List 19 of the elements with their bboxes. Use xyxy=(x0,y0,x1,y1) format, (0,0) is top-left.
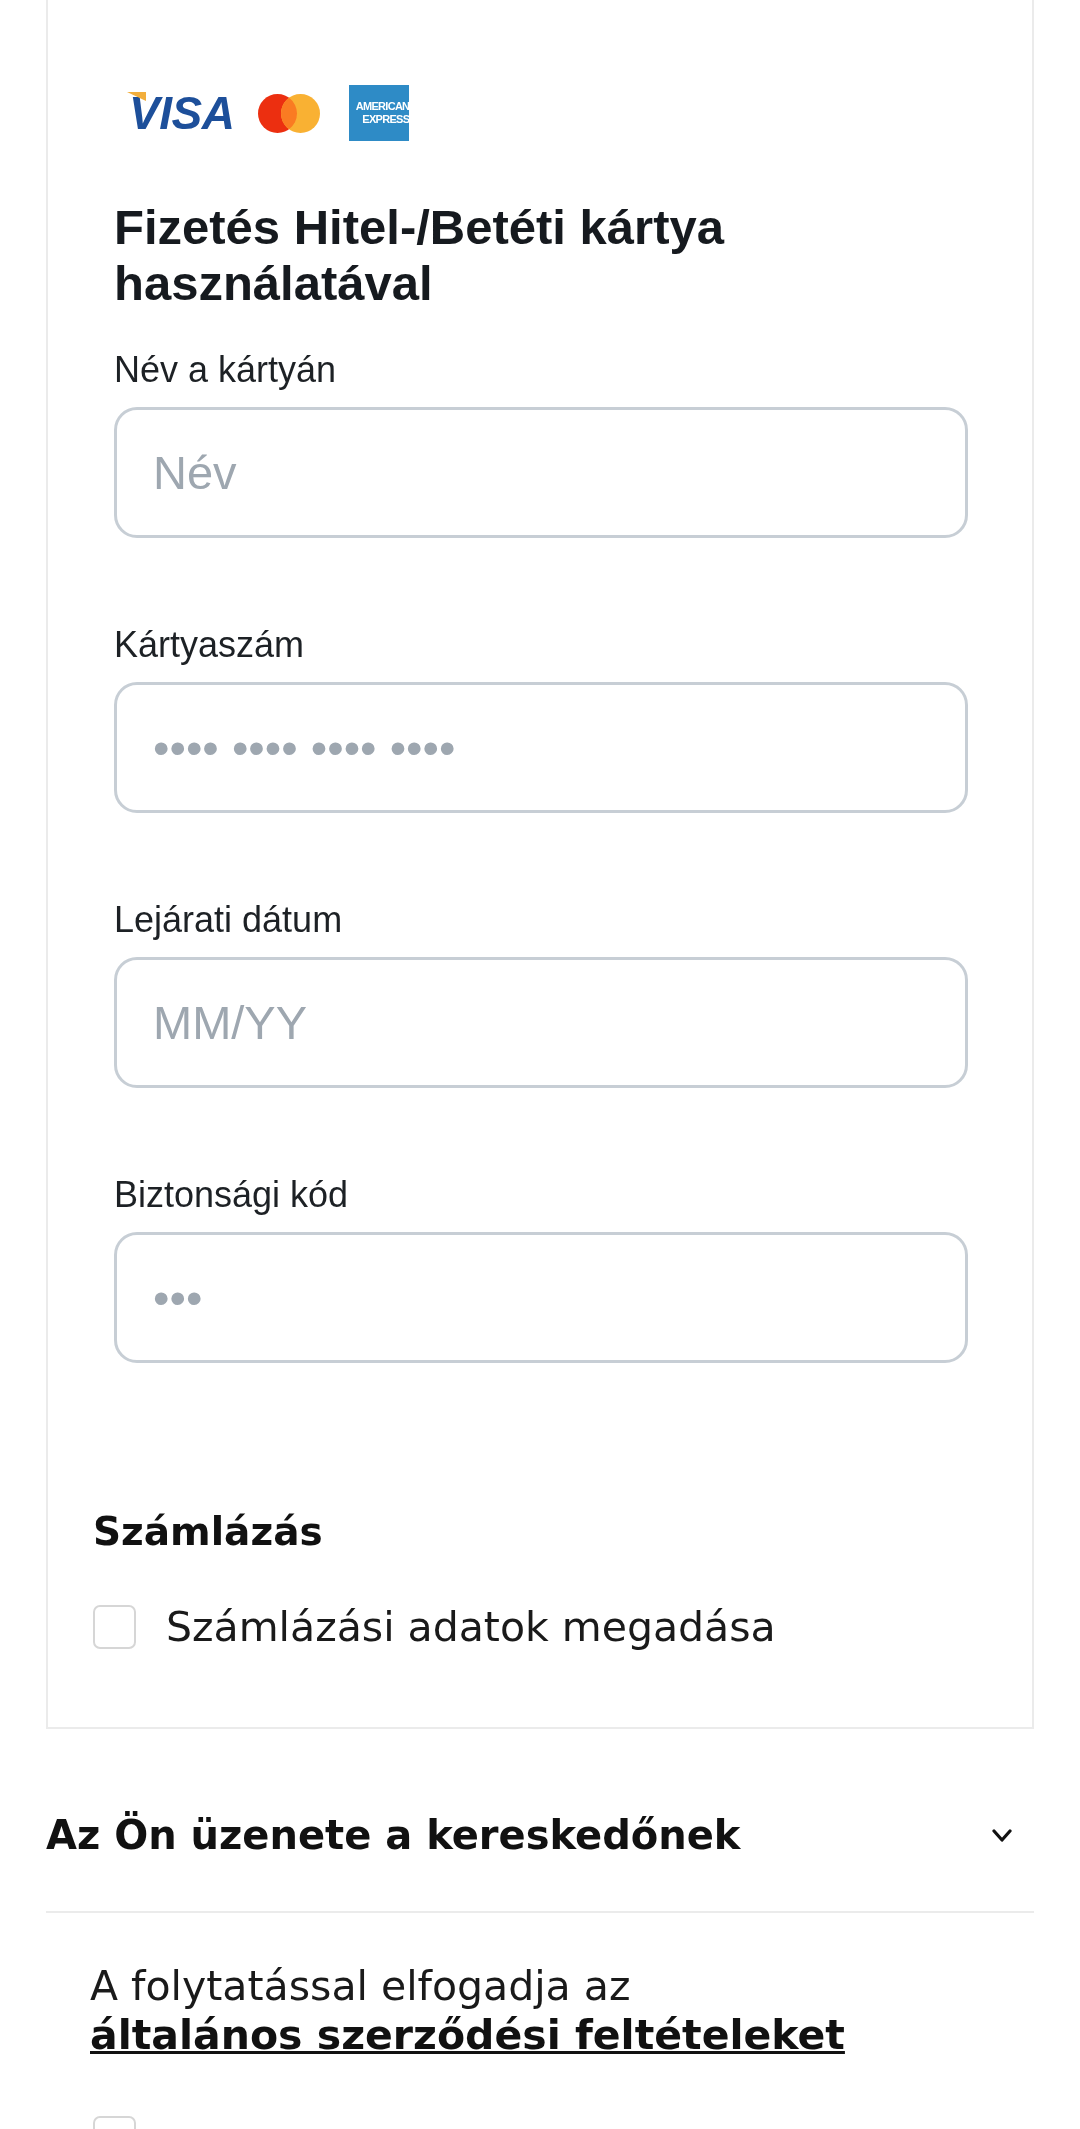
name-field[interactable]: Név xyxy=(114,407,968,538)
field-label: Biztonsági kód xyxy=(114,1174,350,1216)
field-label: Név a kártyán xyxy=(114,349,338,391)
american-express-logo: AMERICAN EXPRESS xyxy=(349,85,410,141)
payment-heading: Fizetés Hitel-/Betéti kártya használatával xyxy=(114,199,726,311)
accordion-title[interactable]: Az Ön üzenete a kereskedőnek xyxy=(46,1810,741,1860)
billing-heading: Számlázás xyxy=(93,1508,324,1556)
visa-logo: VISA xyxy=(129,90,238,136)
card-number-field[interactable]: •••• •••• •••• •••• xyxy=(114,682,968,813)
expiry-date-field[interactable]: MM/YY xyxy=(114,957,968,1088)
field-label: Lejárati dátum xyxy=(114,899,344,941)
terms-link[interactable]: általános szerződési feltételeket xyxy=(90,2011,845,2059)
checkbox-label[interactable]: Számlázási adatok megadása xyxy=(166,1602,776,1652)
chevron-down-icon[interactable] xyxy=(992,1826,1012,1844)
terms-text: A folytatással elfogadja az általános szerződési feltételeket xyxy=(90,1962,846,2060)
overlapping-circles-icon xyxy=(258,93,321,133)
field-label: Kártyaszám xyxy=(114,624,306,666)
checkbox[interactable] xyxy=(93,1605,136,1649)
security-code-field[interactable]: ••• xyxy=(114,1232,968,1363)
